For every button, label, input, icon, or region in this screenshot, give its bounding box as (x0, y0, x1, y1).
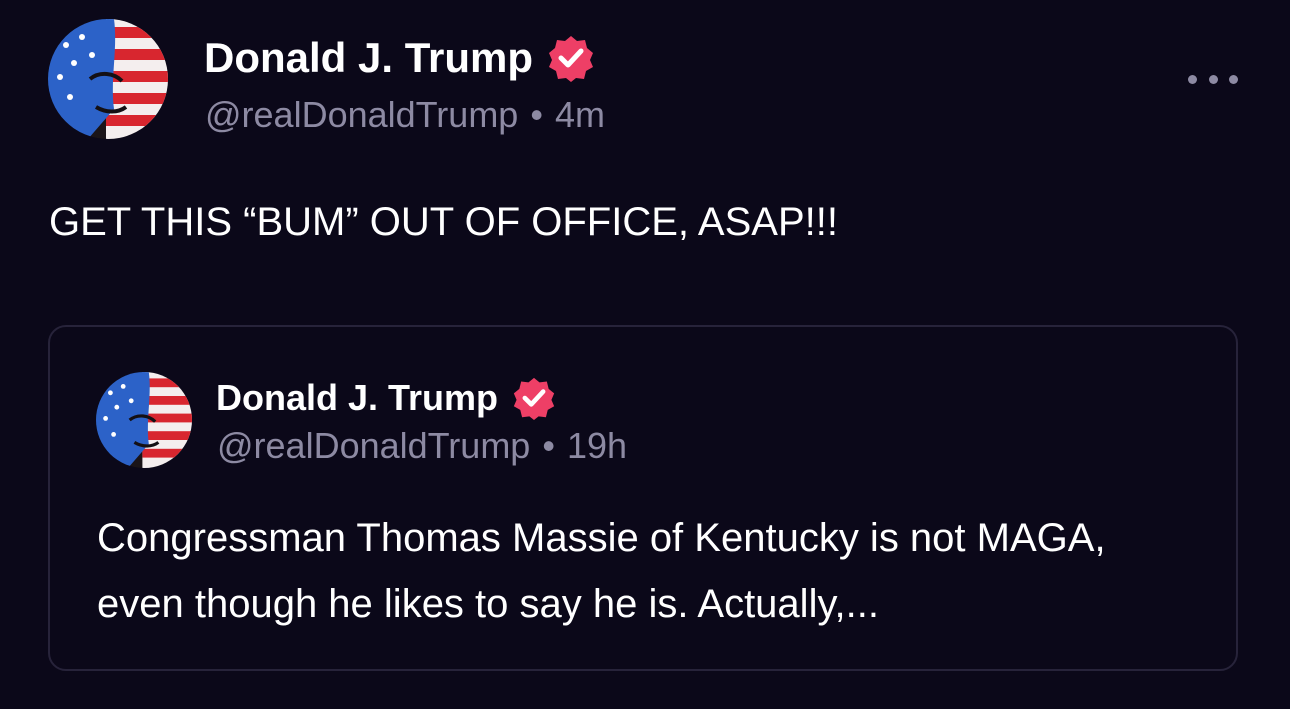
quoted-author-name-text[interactable]: Donald J. Trump (216, 377, 498, 419)
separator-dot: • (542, 425, 555, 466)
author-name-text[interactable]: Donald J. Trump (204, 34, 533, 82)
quoted-post-text: Congressman Thomas Massie of Kentucky is… (97, 516, 1106, 626)
quoted-post-timestamp[interactable]: 19h (567, 425, 627, 466)
quoted-author-name[interactable]: Donald J. Trump (216, 372, 556, 424)
verified-badge-icon (512, 376, 556, 420)
avatar-image (48, 19, 168, 139)
more-options-icon[interactable] (1188, 70, 1238, 88)
quoted-author-handle-line: @realDonaldTrump • 19h (217, 425, 627, 467)
author-avatar[interactable] (48, 19, 168, 139)
more-dot (1208, 74, 1218, 84)
quoted-author-handle[interactable]: @realDonaldTrump (217, 425, 530, 466)
author-name[interactable]: Donald J. Trump (204, 30, 595, 86)
verified-badge-icon (547, 34, 595, 82)
post-timestamp[interactable]: 4m (555, 94, 605, 135)
avatar-image (96, 372, 192, 468)
author-handle[interactable]: @realDonaldTrump (205, 94, 518, 135)
quoted-author-avatar[interactable] (96, 372, 192, 468)
separator-dot: • (530, 94, 543, 135)
more-dot (1188, 74, 1197, 84)
post-text: GET THIS “BUM” OUT OF OFFICE, ASAP!!! (49, 200, 838, 244)
more-dot (1229, 74, 1238, 84)
post: Donald J. Trump @realDonaldTrump • 4m GET … (0, 0, 1290, 709)
author-handle-line: @realDonaldTrump • 4m (205, 94, 605, 136)
